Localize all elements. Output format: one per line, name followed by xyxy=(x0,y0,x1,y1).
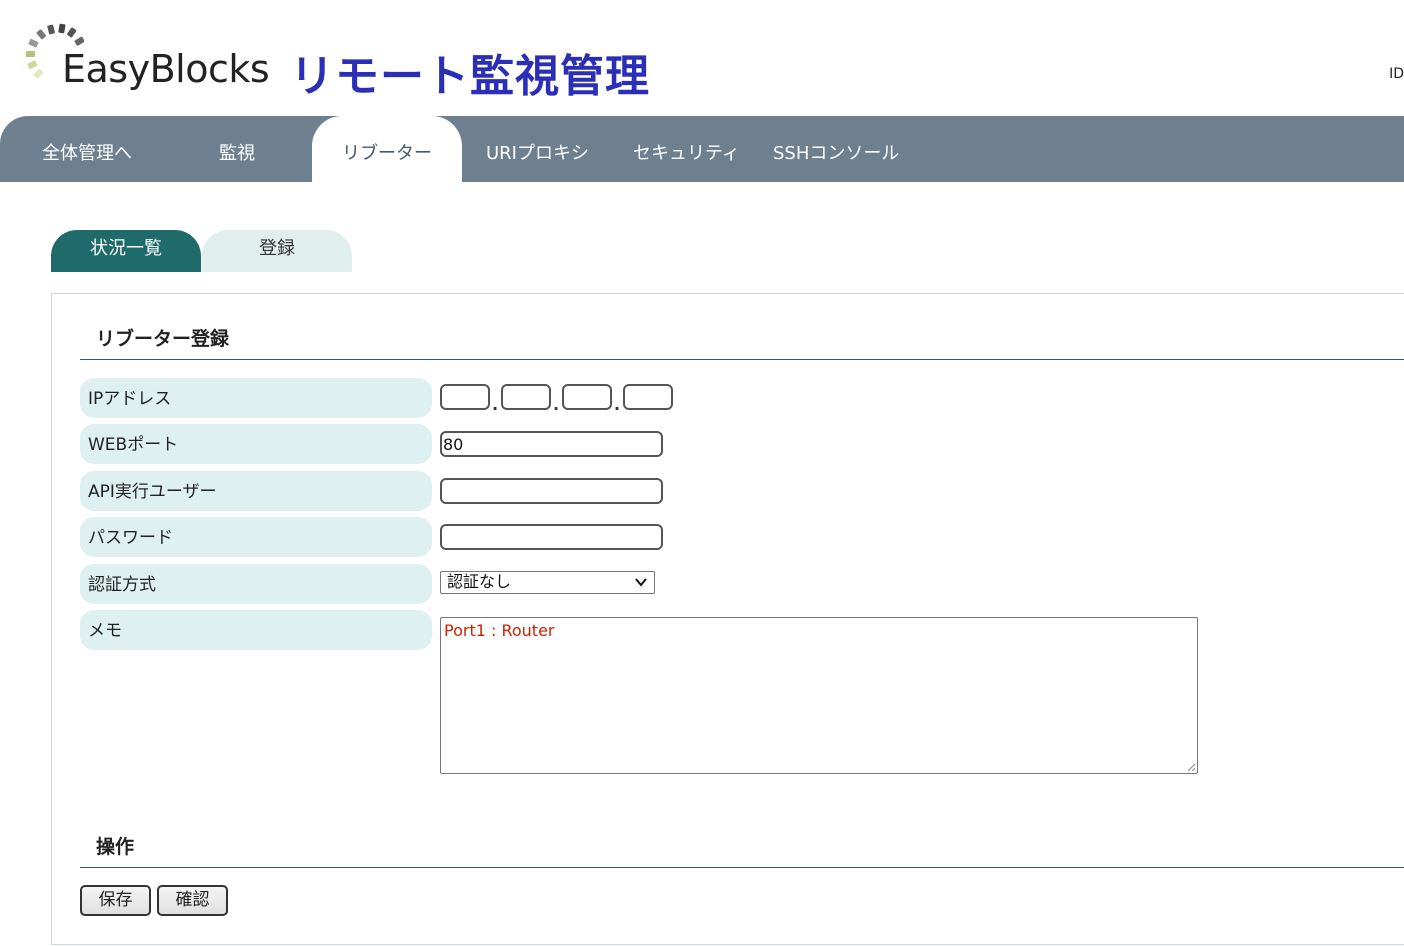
ip-octet-3-input[interactable] xyxy=(562,384,612,410)
memo-text: Port1 : Router xyxy=(444,621,555,640)
section-title-operations: 操作 xyxy=(80,832,1404,868)
api-user-label: API実行ユーザー xyxy=(80,471,432,511)
ip-dot-separator: . xyxy=(492,395,499,414)
tab-monitoring[interactable]: 監視 xyxy=(219,134,255,182)
subtab-status-list[interactable]: 状況一覧 xyxy=(51,230,201,272)
tab-rebooter[interactable]: リブーター xyxy=(312,116,462,182)
ip-dot-separator: . xyxy=(614,395,621,414)
chevron-down-icon xyxy=(635,578,647,587)
subtab-register[interactable]: 登録 xyxy=(202,230,352,272)
main-nav: 全体管理へ 監視 リブーター URIプロキシ セキュリティ SSHコンソール xyxy=(0,116,1404,182)
page: EasyBlocks リモート監視管理 ID 全体管理へ 監視 リブーター UR… xyxy=(0,0,1404,946)
save-button[interactable]: 保存 xyxy=(80,885,151,916)
api-user-input[interactable] xyxy=(440,478,663,504)
ip-octet-2-input[interactable] xyxy=(501,384,551,410)
tab-security[interactable]: セキュリティ xyxy=(633,134,740,182)
tab-ssh-console[interactable]: SSHコンソール xyxy=(773,134,899,182)
section-title-register: リブーター登録 xyxy=(80,324,1404,360)
password-input[interactable] xyxy=(440,524,663,550)
password-label: パスワード xyxy=(80,517,432,557)
web-port-input[interactable] xyxy=(440,431,663,457)
register-panel: リブーター登録 IPアドレス . . . WEBポート API実行ユーザー パス… xyxy=(51,293,1404,945)
ip-octet-4-input[interactable] xyxy=(623,384,673,410)
logo: EasyBlocks リモート監視管理 xyxy=(24,22,684,102)
ip-dot-separator: . xyxy=(553,395,560,414)
memo-textarea[interactable]: Port1 : Router xyxy=(440,617,1198,774)
user-id-label: ID xyxy=(1389,66,1404,82)
auth-method-selected-value: 認証なし xyxy=(447,572,512,591)
resize-grip-icon[interactable] xyxy=(1186,762,1196,772)
web-port-label: WEBポート xyxy=(80,424,432,464)
auth-method-select[interactable]: 認証なし xyxy=(440,571,655,594)
tab-overall-management[interactable]: 全体管理へ xyxy=(42,134,132,182)
brand-name: EasyBlocks xyxy=(62,47,270,91)
tab-uri-proxy[interactable]: URIプロキシ xyxy=(486,134,589,182)
memo-label: メモ xyxy=(80,610,432,650)
auth-method-label: 認証方式 xyxy=(80,564,432,604)
app-subtitle: リモート監視管理 xyxy=(290,51,650,102)
confirm-button[interactable]: 確認 xyxy=(157,885,228,916)
ip-octet-1-input[interactable] xyxy=(440,384,490,410)
ip-address-label: IPアドレス xyxy=(80,378,432,418)
